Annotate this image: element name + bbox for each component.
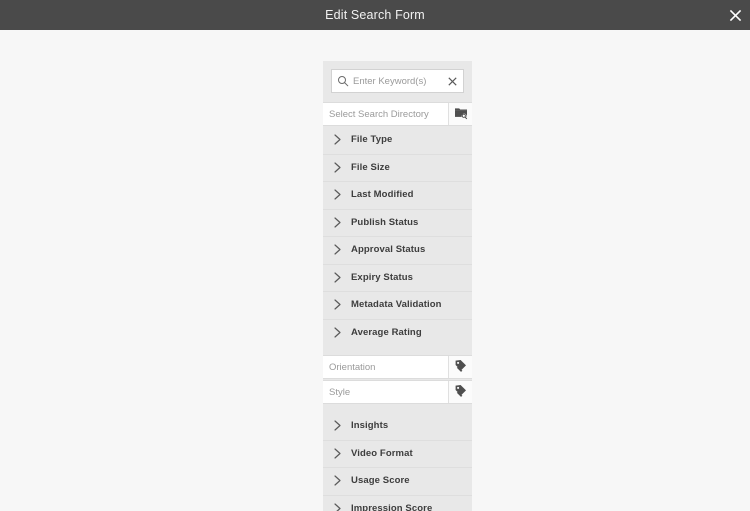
- tag-fields-group: [323, 355, 472, 404]
- orientation-input[interactable]: [323, 356, 448, 378]
- chevron-right-icon: [332, 327, 343, 338]
- orientation-tag-button[interactable]: [448, 356, 472, 378]
- chevron-right-icon: [332, 189, 343, 200]
- accordion-item-label: Publish Status: [351, 216, 419, 228]
- accordion-item-label: Video Format: [351, 447, 413, 459]
- accordion-item-video-format[interactable]: Video Format: [323, 439, 472, 467]
- accordion-item-average-rating[interactable]: Average Rating: [323, 318, 472, 346]
- chevron-right-icon: [332, 420, 343, 431]
- accordion-bottom-group: Insights Video Format Usage Score Impres…: [323, 412, 472, 511]
- chevron-right-icon: [332, 475, 343, 486]
- close-icon: [729, 9, 742, 22]
- accordion-item-label: Usage Score: [351, 475, 410, 487]
- accordion-item-label: Last Modified: [351, 189, 414, 201]
- chevron-right-icon: [332, 134, 343, 145]
- accordion-item-expiry-status[interactable]: Expiry Status: [323, 263, 472, 291]
- chevron-right-icon: [332, 448, 343, 459]
- dialog-body: File Type File Size Last Modified Publis…: [0, 30, 750, 511]
- clear-keyword-button[interactable]: [445, 74, 459, 88]
- accordion-item-metadata-validation[interactable]: Metadata Validation: [323, 291, 472, 319]
- accordion-item-label: Average Rating: [351, 326, 422, 338]
- tag-icon: [454, 384, 467, 400]
- accordion-item-approval-status[interactable]: Approval Status: [323, 236, 472, 264]
- accordion-item-last-modified[interactable]: Last Modified: [323, 181, 472, 209]
- accordion-item-file-size[interactable]: File Size: [323, 153, 472, 181]
- keyword-search-box[interactable]: [331, 69, 464, 93]
- style-tag-button[interactable]: [448, 381, 472, 403]
- accordion-item-label: Metadata Validation: [351, 299, 442, 311]
- dialog-title: Edit Search Form: [325, 8, 425, 22]
- accordion-top-group: File Type File Size Last Modified Publis…: [323, 126, 472, 346]
- accordion-item-label: Insights: [351, 420, 389, 432]
- accordion-item-label: Impression Score: [351, 502, 433, 511]
- search-form-panel: File Type File Size Last Modified Publis…: [323, 61, 472, 511]
- tag-icon: [454, 359, 467, 375]
- accordion-item-label: File Size: [351, 161, 390, 173]
- accordion-item-publish-status[interactable]: Publish Status: [323, 208, 472, 236]
- style-row[interactable]: [323, 380, 472, 404]
- accordion-item-label: File Type: [351, 134, 393, 146]
- clear-icon: [447, 74, 457, 89]
- close-button[interactable]: [720, 0, 750, 30]
- chevron-right-icon: [332, 244, 343, 255]
- style-input[interactable]: [323, 381, 448, 403]
- chevron-right-icon: [332, 272, 343, 283]
- orientation-row[interactable]: [323, 355, 472, 379]
- chevron-right-icon: [332, 299, 343, 310]
- accordion-item-usage-score[interactable]: Usage Score: [323, 467, 472, 495]
- search-icon: [337, 75, 349, 87]
- chevron-right-icon: [332, 503, 343, 511]
- chevron-right-icon: [332, 162, 343, 173]
- folder-search-icon: [454, 106, 468, 123]
- accordion-item-file-type[interactable]: File Type: [323, 126, 472, 154]
- accordion-item-insights[interactable]: Insights: [323, 412, 472, 440]
- dialog-titlebar: Edit Search Form: [0, 0, 750, 30]
- keyword-input[interactable]: [353, 75, 445, 87]
- chevron-right-icon: [332, 217, 343, 228]
- search-directory-row[interactable]: [323, 102, 472, 126]
- search-directory-input[interactable]: [323, 103, 448, 125]
- accordion-item-label: Approval Status: [351, 244, 426, 256]
- browse-directory-button[interactable]: [448, 103, 472, 125]
- accordion-item-label: Expiry Status: [351, 271, 414, 283]
- accordion-item-impression-score[interactable]: Impression Score: [323, 494, 472, 511]
